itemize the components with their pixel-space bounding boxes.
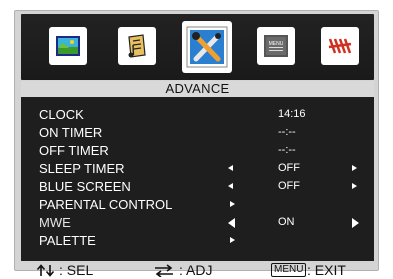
tab-picture[interactable]	[49, 27, 87, 65]
menu-item-palette[interactable]: PALETTE	[21, 232, 374, 250]
menu-item-label: ON TIMER	[39, 125, 103, 140]
arrow-right-icon[interactable]	[352, 218, 359, 228]
menu-items-panel: CLOCK 14:16 ON TIMER --:-- OFF TIMER --:…	[21, 97, 374, 261]
menu-item-label: CLOCK	[39, 107, 84, 122]
key-help-bar: : SEL : ADJ MENU : EXIT	[21, 262, 374, 279]
menu-item-value: --:--	[278, 144, 296, 156]
menu-item-off-timer[interactable]: OFF TIMER --:--	[21, 142, 374, 160]
menu-key-icon: MENU	[271, 263, 307, 277]
menu-item-label: OFF TIMER	[39, 143, 109, 158]
tab-audio[interactable]	[118, 27, 156, 65]
menu-item-parental-control[interactable]: PARENTAL CONTROL	[21, 196, 374, 214]
adjust-hint: : ADJ	[179, 262, 213, 278]
osd-screen: MENU ADVANCE CLOCK 14:16 ON TIMER --:-- …	[0, 0, 393, 278]
submenu-arrow-icon[interactable]	[230, 201, 235, 207]
left-right-arrows-icon	[155, 264, 173, 277]
menu-item-value: OFF	[278, 162, 300, 174]
antenna-icon	[328, 38, 352, 54]
menu-item-label: SLEEP TIMER	[39, 161, 125, 176]
osd-menu: MENU ADVANCE CLOCK 14:16 ON TIMER --:-- …	[14, 10, 379, 278]
arrow-left-icon[interactable]	[228, 218, 235, 228]
arrow-left-icon[interactable]	[228, 183, 233, 189]
menu-item-value: 14:16	[278, 108, 306, 120]
menu-item-label: PARENTAL CONTROL	[39, 197, 173, 212]
menu-icon: MENU	[264, 35, 288, 57]
tab-channel[interactable]	[321, 27, 359, 65]
submenu-arrow-icon[interactable]	[230, 237, 235, 243]
menu-item-value: OFF	[278, 180, 300, 192]
up-down-arrows-icon	[36, 264, 55, 277]
menu-tab-bar: MENU	[21, 14, 374, 80]
tab-menu[interactable]: MENU	[257, 27, 295, 65]
menu-item-label: MWE	[39, 215, 71, 230]
tab-advance[interactable]	[182, 21, 232, 73]
picture-icon	[56, 36, 80, 56]
menu-item-on-timer[interactable]: ON TIMER --:--	[21, 124, 374, 142]
svg-text:MENU: MENU	[269, 41, 284, 47]
arrow-right-icon[interactable]	[352, 183, 357, 189]
menu-item-label: BLUE SCREEN	[39, 179, 131, 194]
menu-item-clock[interactable]: CLOCK 14:16	[21, 106, 374, 124]
exit-hint: : EXIT	[307, 262, 346, 278]
select-hint: : SEL	[59, 262, 94, 278]
tools-icon	[186, 26, 228, 68]
menu-item-label: PALETTE	[39, 233, 96, 248]
menu-title-bar: ADVANCE	[21, 81, 374, 97]
arrow-left-icon[interactable]	[228, 165, 233, 171]
menu-item-blue-screen[interactable]: BLUE SCREEN OFF	[21, 178, 374, 196]
menu-item-value: ON	[278, 216, 295, 228]
menu-item-mwe[interactable]: MWE ON	[21, 214, 374, 232]
menu-item-sleep-timer[interactable]: SLEEP TIMER OFF	[21, 160, 374, 178]
arrow-right-icon[interactable]	[352, 165, 357, 171]
audio-icon	[128, 34, 146, 58]
page-title: ADVANCE	[165, 81, 230, 96]
menu-item-value: --:--	[278, 126, 296, 138]
